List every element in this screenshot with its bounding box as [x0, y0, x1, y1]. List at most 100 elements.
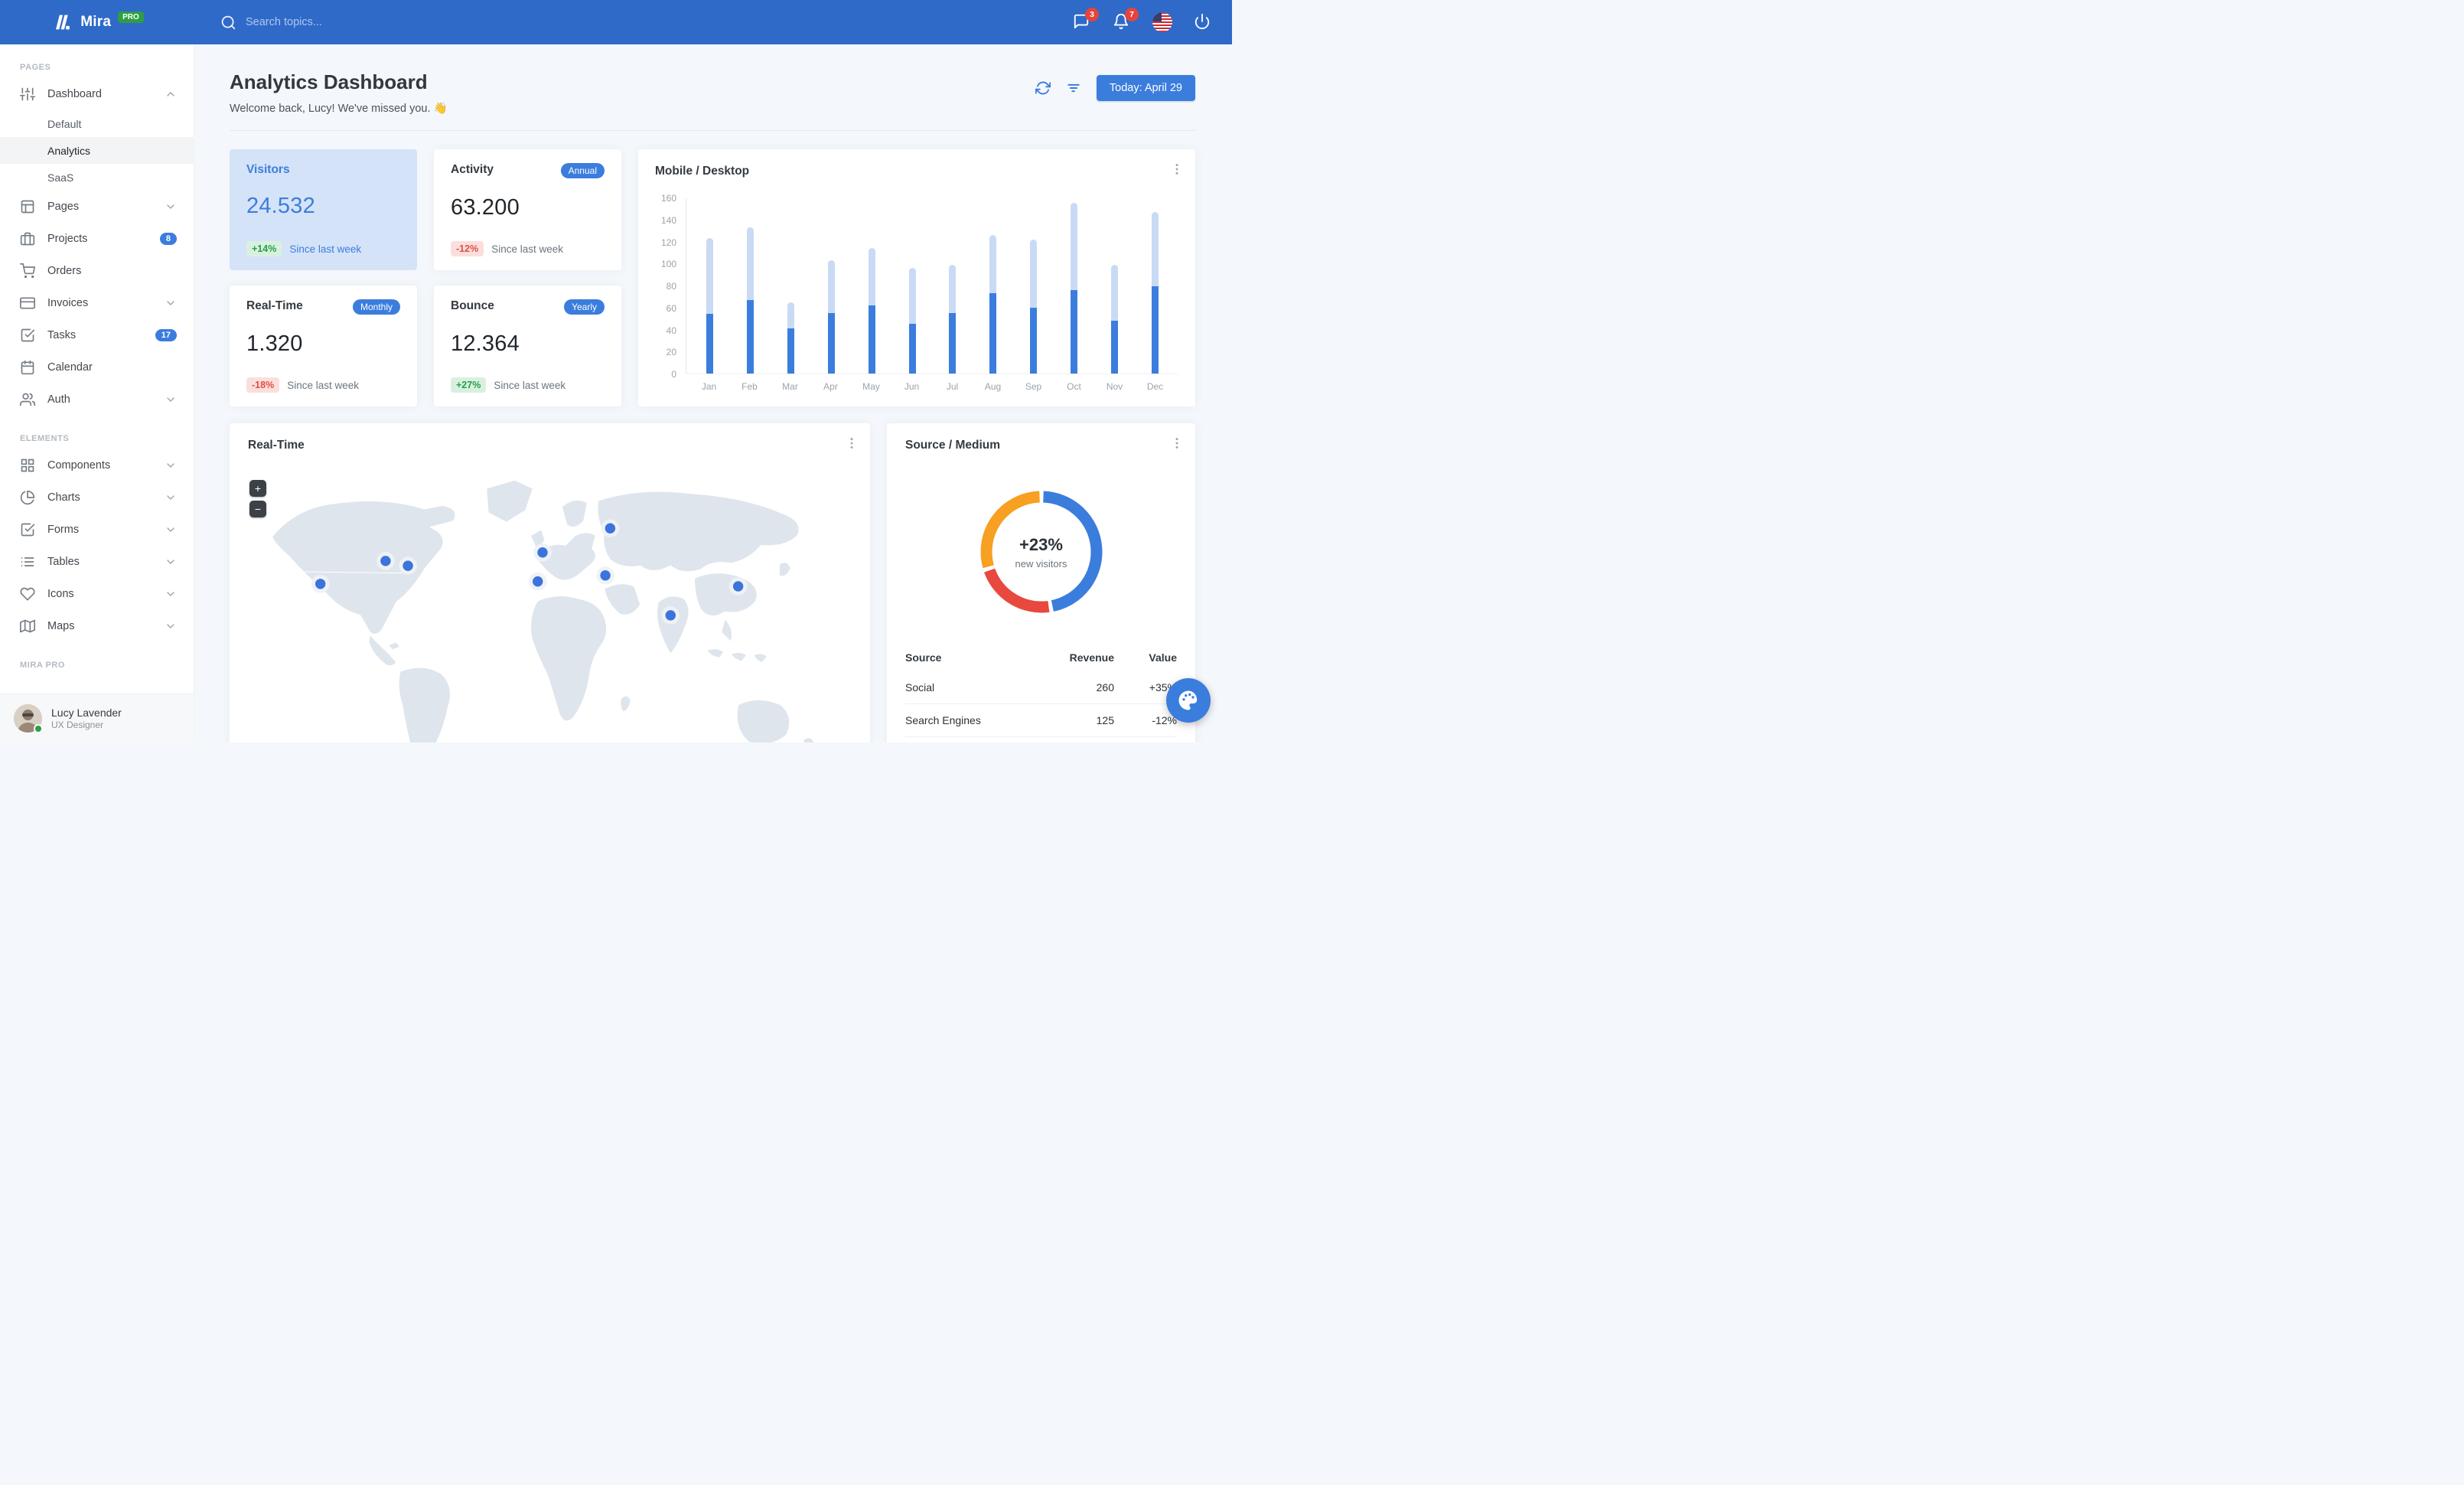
stat-change-badge: +27%: [451, 377, 487, 393]
date-button[interactable]: Today: April 29: [1096, 75, 1195, 101]
map-menu-kebab-icon[interactable]: [843, 434, 861, 452]
stat-value: 63.200: [451, 195, 520, 220]
power-button[interactable]: [1194, 13, 1212, 31]
x-label: Mar: [782, 381, 798, 392]
stat-card-bounce: Bounce Yearly 12.364 +27% Since last week: [434, 286, 621, 406]
chevron-down-icon: [165, 491, 177, 504]
stat-note: Since last week: [289, 243, 362, 255]
chevron-down-icon: [165, 620, 177, 632]
stat-title: Visitors: [246, 163, 290, 176]
bar-oct: [1054, 198, 1094, 374]
source-table: Source Revenue Value Social 260 +35% Search E…: [905, 644, 1177, 742]
y-tick: 20: [666, 347, 676, 358]
sidebar-item-pages[interactable]: Pages: [0, 191, 194, 223]
sidebar-item-auth[interactable]: Auth: [0, 383, 194, 416]
map-marker-1[interactable]: [380, 556, 391, 566]
map-marker-8[interactable]: [732, 581, 744, 592]
mobile-desktop-card: Mobile / Desktop 0 20 40 60 80 100 120 140 160 J…: [638, 149, 1195, 406]
tables-icon: [20, 554, 35, 570]
map-marker-4[interactable]: [533, 576, 543, 587]
header-divider: [230, 130, 1195, 131]
donut-center-value: +23%: [1019, 534, 1063, 554]
sidebar-item-tables[interactable]: Tables: [0, 546, 194, 578]
map-marker-2[interactable]: [403, 560, 413, 571]
search-icon[interactable]: [220, 15, 236, 31]
map-zoom-in-button[interactable]: +: [249, 480, 266, 497]
pages-icon: [20, 199, 35, 214]
stat-note: Since last week: [494, 379, 566, 391]
stat-value: 1.320: [246, 331, 303, 356]
y-tick: 100: [660, 259, 676, 270]
stat-note: Since last week: [287, 379, 359, 391]
chart-menu-kebab-icon[interactable]: [1168, 160, 1186, 178]
badge: 17: [155, 329, 177, 341]
map-marker-7[interactable]: [665, 610, 676, 621]
chevron-down-icon: [165, 393, 177, 406]
icons-icon: [20, 586, 35, 602]
sidebar-item-projects[interactable]: Projects 8: [0, 223, 194, 255]
x-label: Dec: [1146, 381, 1164, 392]
theme-settings-fab[interactable]: [1166, 678, 1211, 723]
x-label: Feb: [741, 381, 758, 392]
messages-button[interactable]: 3: [1073, 8, 1099, 31]
bar-jul: [933, 198, 973, 374]
stat-change-badge: -12%: [451, 241, 484, 256]
notifications-button[interactable]: 7: [1113, 8, 1139, 31]
bar-nov: [1094, 198, 1135, 374]
sidebar-user[interactable]: Lucy Lavender UX Designer: [0, 694, 194, 742]
sidebar-item-orders[interactable]: Orders: [0, 255, 194, 287]
map-marker-5[interactable]: [605, 523, 616, 534]
table-row-direct: Direct164+46%: [905, 736, 1177, 742]
stat-change-badge: -18%: [246, 377, 280, 393]
bar-mar: [771, 198, 811, 374]
brand[interactable]: Mira PRO: [0, 11, 194, 34]
sidebar-item-tasks[interactable]: Tasks 17: [0, 319, 194, 351]
refresh-icon[interactable]: [1035, 80, 1051, 96]
navbar-actions: 3 7: [1073, 8, 1212, 32]
badge: 8: [159, 233, 177, 245]
x-label: May: [862, 381, 880, 392]
stat-title: Activity: [451, 163, 494, 176]
sidebar-subitem-default[interactable]: Default: [0, 110, 194, 137]
x-label: Aug: [984, 381, 1002, 392]
sidebar: Pages Dashboard Default Analytics SaaS Pages P…: [0, 44, 194, 742]
page-title: Analytics Dashboard: [230, 70, 428, 93]
sidebar-item-calendar[interactable]: Calendar: [0, 351, 194, 383]
chart-title: Mobile / Desktop: [655, 165, 750, 178]
stat-card-real-time: Real-Time Monthly 1.320 -18% Since last week: [230, 286, 417, 406]
stat-period-badge[interactable]: Monthly: [352, 299, 400, 315]
search-input[interactable]: [246, 16, 445, 28]
y-tick: 0: [671, 369, 676, 380]
user-role: UX Designer: [51, 720, 104, 731]
auth-icon: [20, 392, 35, 407]
sidebar-item-icons[interactable]: Icons: [0, 578, 194, 610]
stat-title: Real-Time: [246, 299, 303, 312]
map-marker-3[interactable]: [537, 547, 548, 558]
filter-icon[interactable]: [1066, 80, 1081, 96]
sidebar-subitem-saas[interactable]: SaaS: [0, 164, 194, 191]
chevron-down-icon: [165, 459, 177, 472]
y-tick: 120: [660, 237, 676, 248]
sidebar-subitem-analytics[interactable]: Analytics: [0, 137, 194, 164]
mira-logo-icon: [51, 11, 73, 34]
map-marker-6[interactable]: [600, 570, 611, 581]
world-map[interactable]: + −: [248, 463, 852, 742]
map-marker-0[interactable]: [315, 579, 326, 589]
stat-card-activity: Activity Annual 63.200 -12% Since last week: [434, 149, 621, 270]
sidebar-item-invoices[interactable]: Invoices: [0, 287, 194, 319]
stat-period-badge[interactable]: Yearly: [564, 299, 605, 315]
online-status-dot: [34, 724, 43, 733]
sidebar-item-dashboard[interactable]: Dashboard: [0, 78, 194, 110]
sidebar-item-components[interactable]: Components: [0, 449, 194, 481]
x-label: Jun: [904, 381, 920, 392]
sidebar-item-charts[interactable]: Charts: [0, 481, 194, 514]
us-flag-icon[interactable]: [1152, 12, 1172, 32]
sidebar-item-maps[interactable]: Maps: [0, 610, 194, 642]
palette-icon: [1178, 690, 1198, 710]
map-zoom-out-button[interactable]: −: [249, 501, 266, 517]
table-row-search-engines: Search Engines 125 -12%: [905, 703, 1177, 737]
source-menu-kebab-icon[interactable]: [1168, 434, 1186, 452]
bar-dec: [1135, 198, 1175, 374]
sidebar-item-forms[interactable]: Forms: [0, 514, 194, 546]
stat-period-badge[interactable]: Annual: [560, 163, 605, 178]
